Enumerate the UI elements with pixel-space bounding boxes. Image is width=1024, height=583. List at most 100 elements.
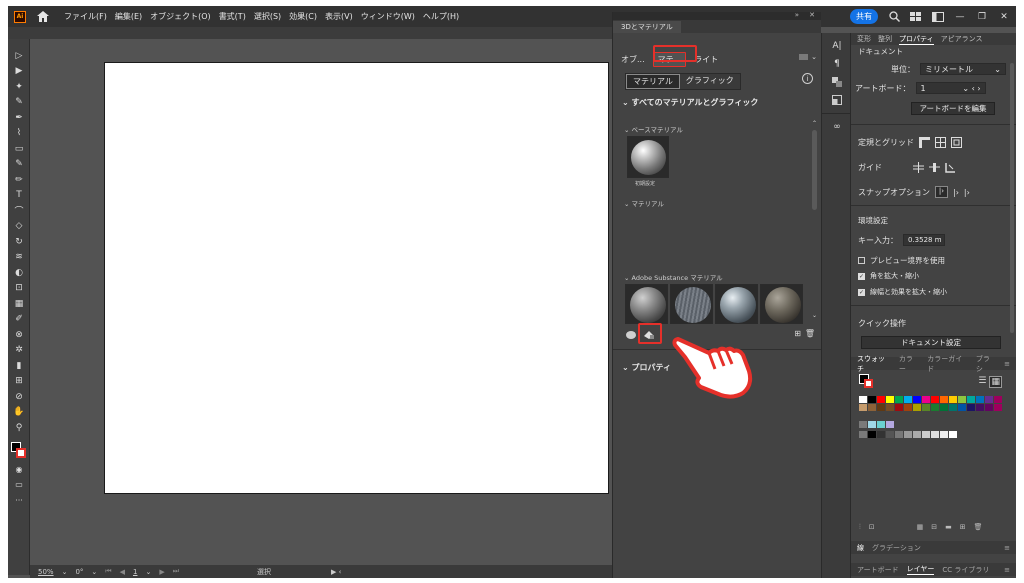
new-group-icon[interactable]: ⊟	[931, 523, 937, 532]
swatch[interactable]	[922, 404, 930, 411]
swatch[interactable]	[886, 404, 894, 411]
trash-icon[interactable]: 🗑	[974, 523, 983, 532]
layers-icon[interactable]	[822, 73, 852, 91]
swatch[interactable]	[904, 396, 912, 403]
collapse-panel-icon[interactable]: »	[795, 11, 799, 19]
scale-corners-row[interactable]: ✓ 角を拡大・縮小	[858, 271, 919, 281]
segment-materials[interactable]: マテリアル	[626, 74, 680, 89]
type-tool-icon[interactable]: T	[8, 188, 30, 204]
trash-icon[interactable]: 🗑	[805, 329, 815, 338]
tab-properties[interactable]: プロパティ	[899, 34, 934, 45]
lasso-tool-icon[interactable]: ✎	[8, 95, 30, 111]
pen-tool-icon[interactable]: ✒	[8, 110, 30, 126]
swatch[interactable]	[931, 396, 939, 403]
swatch[interactable]	[895, 396, 903, 403]
panel-grip[interactable]: » ✕	[613, 11, 821, 20]
zoom-tool-icon[interactable]: ⚲	[8, 420, 30, 436]
swatch[interactable]	[985, 404, 993, 411]
menu-item-0[interactable]: ファイル(F)	[64, 11, 107, 22]
swatch-group-icon[interactable]	[859, 431, 867, 438]
rotate-dropdown-icon[interactable]: ⌄	[91, 568, 97, 576]
substance-material-3[interactable]	[715, 284, 758, 324]
swatch-group-icon[interactable]	[859, 421, 867, 428]
transform-icon[interactable]	[822, 91, 852, 109]
ruler-icon[interactable]	[919, 137, 930, 148]
properties-header[interactable]: ⌄ プロパティ	[622, 362, 671, 373]
first-page-icon[interactable]: ⏮	[105, 567, 111, 576]
chevron-down-icon[interactable]: ⌄	[811, 53, 817, 61]
swatch[interactable]	[868, 404, 876, 411]
swatch[interactable]	[895, 404, 903, 411]
panel-menu[interactable]: ⌄	[799, 53, 817, 61]
tab-swatches[interactable]: スウォッチ	[857, 354, 891, 374]
tab-light[interactable]: ライト	[694, 54, 718, 65]
scale-corners-checkbox[interactable]: ✓	[858, 272, 865, 280]
preview-bounds-checkbox[interactable]	[858, 257, 865, 264]
swatch[interactable]	[949, 396, 957, 403]
snap-to-glyph-icon[interactable]: |›	[964, 188, 970, 197]
menu-item-8[interactable]: ヘルプ(H)	[423, 11, 459, 22]
width-tool-icon[interactable]: ≋	[8, 250, 30, 266]
smart-guides-icon[interactable]	[945, 162, 956, 173]
scale-strokes-row[interactable]: ✓ 線幅と効果を拡大・縮小	[858, 287, 947, 297]
document-settings-button[interactable]: ドキュメント設定	[861, 336, 1001, 349]
swatch[interactable]	[967, 404, 975, 411]
free-transform-tool-icon[interactable]: ⊡	[8, 281, 30, 297]
new-material-icon[interactable]: ⊞	[794, 329, 801, 338]
tab-3d-materials[interactable]: 3Dとマテリアル	[613, 21, 681, 33]
substance-materials-header[interactable]: ⌄ Adobe Substance マテリアル	[624, 272, 723, 282]
base-materials-header[interactable]: ⌄ ベースマテリアル	[624, 124, 683, 134]
lock-guides-icon[interactable]	[929, 162, 940, 173]
swatch-options-icon[interactable]: ▦	[917, 523, 924, 532]
perspective-grid-tool-icon[interactable]: ▦	[8, 296, 30, 312]
tab-align[interactable]: 整列	[878, 34, 892, 44]
symbol-sprayer-tool-icon[interactable]: ✲	[8, 343, 30, 359]
status-arrow-icon[interactable]: ▶ ‹	[331, 568, 341, 576]
zoom-dropdown-icon[interactable]: ⌄	[62, 568, 68, 576]
minimize-icon[interactable]: —	[954, 11, 966, 23]
curvature-tool-icon[interactable]: ⌇	[8, 126, 30, 142]
swatch[interactable]	[940, 396, 948, 403]
menu-item-3[interactable]: 書式(T)	[219, 11, 246, 22]
artboard-tool-icon[interactable]: ⊞	[8, 374, 30, 390]
pixel-grid-icon[interactable]	[951, 137, 962, 148]
scroll-down-icon[interactable]: ⌄	[812, 312, 817, 319]
substance-material-4[interactable]	[760, 284, 803, 324]
tab-brushes[interactable]: ブラシ	[976, 354, 996, 374]
search-icon[interactable]	[888, 11, 900, 23]
menu-item-6[interactable]: 表示(V)	[325, 11, 353, 22]
swatch[interactable]	[859, 396, 867, 403]
last-page-icon[interactable]: ⏭	[173, 567, 179, 576]
show-kinds-icon[interactable]: ⊡	[869, 523, 875, 532]
substance-material-1[interactable]	[625, 284, 668, 324]
add-material-icon[interactable]	[625, 330, 637, 340]
swatch[interactable]	[985, 396, 993, 403]
tab-color[interactable]: カラー	[899, 354, 919, 374]
swatch[interactable]	[877, 404, 885, 411]
grid-icon[interactable]	[935, 137, 946, 148]
shape-builder-tool-icon[interactable]: ◐	[8, 265, 30, 281]
swatch-library-icon[interactable]: ⫶	[859, 523, 861, 532]
swatch[interactable]	[994, 404, 1002, 411]
close-icon[interactable]: ✕	[998, 11, 1010, 23]
menu-item-2[interactable]: オブジェクト(O)	[150, 11, 211, 22]
eraser-tool-icon[interactable]: ◇	[8, 219, 30, 235]
panel-icon[interactable]	[932, 11, 944, 23]
canvas-area[interactable]	[30, 39, 612, 565]
panel-menu-icon[interactable]: ≡	[1004, 544, 1010, 552]
magic-wand-tool-icon[interactable]: ✦	[8, 79, 30, 95]
character-icon[interactable]: A|	[822, 37, 852, 55]
swatch[interactable]	[886, 396, 894, 403]
snap-to-pixel-icon[interactable]: |›	[953, 188, 959, 197]
swatch[interactable]	[868, 396, 876, 403]
panel-menu-icon[interactable]: ≡	[1004, 566, 1010, 574]
menu-item-4[interactable]: 選択(S)	[254, 11, 281, 22]
home-icon[interactable]	[36, 10, 50, 24]
materials-header[interactable]: ⌄ マテリアル	[624, 198, 664, 208]
page-dropdown-icon[interactable]: ⌄	[145, 568, 151, 576]
fill-stroke-icon[interactable]	[8, 440, 30, 462]
swatch[interactable]	[958, 404, 966, 411]
swatch[interactable]	[976, 396, 984, 403]
folder-icon[interactable]: ▬	[945, 523, 952, 532]
list-view-icon[interactable]: ☰	[978, 376, 986, 388]
